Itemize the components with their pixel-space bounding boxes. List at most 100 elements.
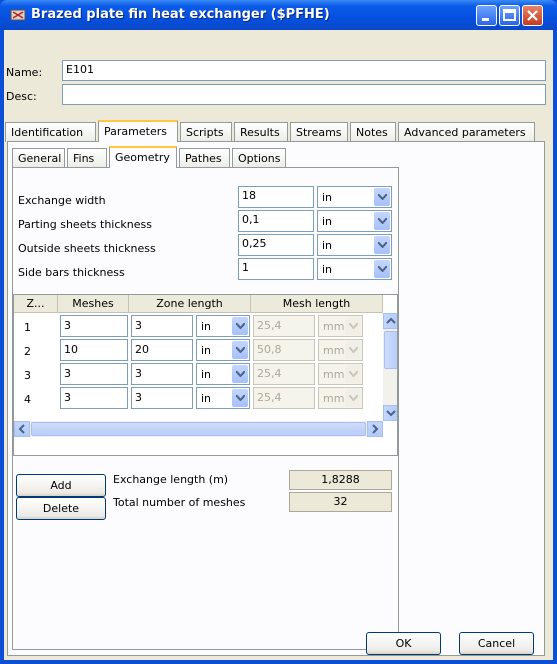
name-field[interactable]: E101 [62,60,546,81]
tab-scripts[interactable]: Scripts [180,122,232,142]
chevron-down-icon [232,317,248,335]
parting-sheets-unit[interactable]: in [317,210,392,232]
grid-zone-unit-value: in [201,368,212,381]
grid-mesh-unit-value: mm [323,392,345,405]
exchange-width-unit-value: in [322,191,333,204]
parting-sheets-field[interactable]: 0,1 [238,210,314,232]
close-icon [527,10,538,21]
tab-identification[interactable]: Identification [5,122,96,142]
outside-sheets-field[interactable]: 0,25 [238,234,314,256]
title-bar[interactable]: Brazed plate fin heat exchanger ($PFHE) [0,0,557,30]
chevron-down-icon [374,236,390,254]
vertical-scrollbar[interactable] [383,313,397,421]
grid-zone-length-cell[interactable]: 20 [131,339,193,361]
grid-meshes-cell[interactable]: 3 [60,387,128,409]
ok-button[interactable]: OK [366,632,441,655]
grid-zone-length-cell[interactable]: 3 [131,315,193,337]
horizontal-scroll-thumb[interactable] [31,422,366,436]
chevron-down-icon [345,341,361,359]
outside-sheets-label: Outside sheets thickness [18,242,156,255]
tab-advanced-parameters[interactable]: Advanced parameters [398,122,535,142]
subtab-options[interactable]: Options [232,148,286,168]
subtab-general[interactable]: General [12,148,65,168]
parting-sheets-label: Parting sheets thickness [18,218,152,231]
chevron-down-icon [374,260,390,278]
subtab-fins[interactable]: Fins [67,148,107,168]
subtab-geometry[interactable]: Geometry [109,146,177,168]
side-bars-field[interactable]: 1 [238,258,314,280]
grid-zone-length-cell[interactable]: 3 [131,363,193,385]
grid-mesh-unit-value: mm [323,344,345,357]
dialog-body: Name: E101 Desc: Identification Paramete… [4,30,553,660]
grid-zone-unit[interactable]: in [196,363,250,385]
desc-label: Desc: [6,90,37,103]
exchange-width-unit[interactable]: in [317,186,392,208]
chevron-down-icon [374,188,390,206]
grid-zone-length-cell[interactable]: 3 [131,387,193,409]
grid-zone-number: 1 [24,321,31,334]
exchange-width-field[interactable]: 18 [238,186,314,208]
scroll-right-button[interactable] [367,421,383,437]
exchange-length-value: 1,8288 [289,470,392,490]
grid-meshes-cell[interactable]: 10 [60,339,128,361]
grid-mesh-length-cell: 25,4 [253,387,315,409]
close-button[interactable] [522,5,543,26]
grid-header-meshes[interactable]: Meshes [58,295,129,313]
chevron-down-icon [232,341,248,359]
grid-zone-unit[interactable]: in [196,339,250,361]
chevron-down-icon [232,365,248,383]
parting-sheets-unit-value: in [322,215,333,228]
tab-results[interactable]: Results [234,122,288,142]
grid-zone-number: 3 [24,369,31,382]
scroll-right-icon [372,424,379,434]
grid-mesh-unit: mm [318,363,363,385]
subtab-pathes[interactable]: Pathes [179,148,230,168]
name-label: Name: [6,66,43,79]
outside-sheets-unit-value: in [322,239,333,252]
grid-mesh-length-cell: 50,8 [253,339,315,361]
add-button[interactable]: Add [16,474,106,497]
maximize-button[interactable] [499,5,520,26]
grid-zone-number: 4 [24,393,31,406]
grid-meshes-cell[interactable]: 3 [60,363,128,385]
minimize-button[interactable] [476,5,497,26]
tab-streams[interactable]: Streams [290,122,348,142]
scroll-down-button[interactable] [383,405,397,421]
minimize-icon [482,18,489,21]
grid-zone-unit-value: in [201,320,212,333]
side-bars-unit[interactable]: in [317,258,392,280]
grid-zone-unit[interactable]: in [196,315,250,337]
total-meshes-value: 32 [289,492,392,512]
vertical-scroll-thumb[interactable] [384,331,397,369]
scroll-left-button[interactable] [14,421,30,437]
maximize-icon [503,9,516,21]
exchange-length-label: Exchange length (m) [113,473,229,486]
window-title: Brazed plate fin heat exchanger ($PFHE) [31,7,330,22]
tab-parameters[interactable]: Parameters [98,120,178,142]
scroll-down-icon [386,410,396,417]
grid-mesh-unit-value: mm [323,320,345,333]
grid-meshes-cell[interactable]: 3 [60,315,128,337]
tab-notes[interactable]: Notes [350,122,396,142]
grid-header-mesh-length[interactable]: Mesh length [251,295,383,313]
chevron-down-icon [345,317,361,335]
chevron-down-icon [374,212,390,230]
grid-header-zone-length[interactable]: Zone length [129,295,251,313]
total-meshes-label: Total number of meshes [113,496,246,509]
delete-button[interactable]: Delete [16,497,106,520]
grid-zone-unit-value: in [201,392,212,405]
grid-mesh-unit-value: mm [323,368,345,381]
exchange-width-label: Exchange width [18,194,106,207]
grid-zone-unit[interactable]: in [196,387,250,409]
grid-zone-unit-value: in [201,344,212,357]
chevron-down-icon [232,389,248,407]
outside-sheets-unit[interactable]: in [317,234,392,256]
cancel-button[interactable]: Cancel [459,632,534,655]
scroll-left-icon [18,424,25,434]
grid-mesh-unit: mm [318,339,363,361]
scroll-up-button[interactable] [383,313,397,329]
grid-header-zone[interactable]: Z... [14,295,58,313]
horizontal-scrollbar[interactable] [14,421,383,437]
desc-field[interactable] [62,84,546,105]
grid-mesh-length-cell: 25,4 [253,315,315,337]
